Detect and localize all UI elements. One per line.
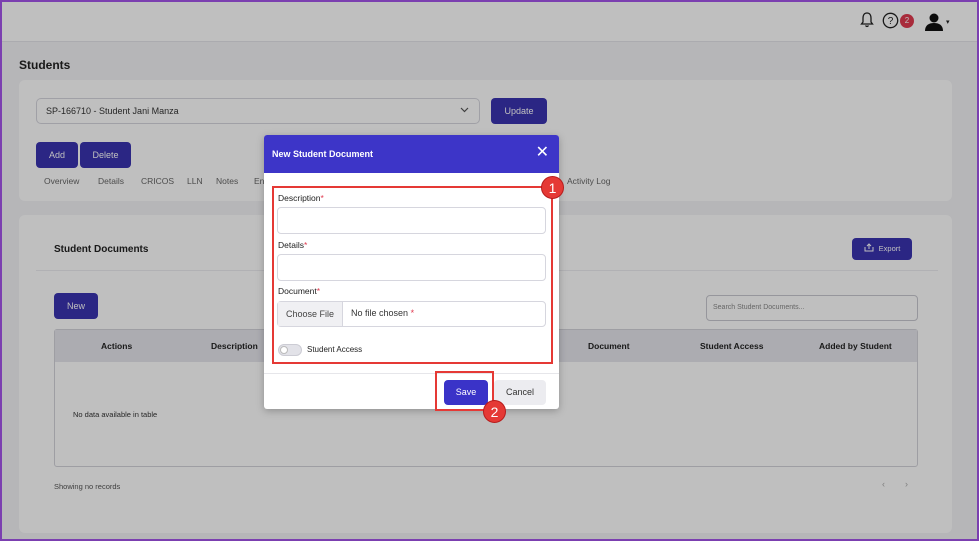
step-2-marker: 2 xyxy=(483,400,506,423)
close-icon[interactable]: ✕ xyxy=(536,144,549,162)
step-1-marker: 1 xyxy=(541,176,564,199)
cancel-button[interactable]: Cancel xyxy=(494,380,546,405)
highlight-form-fields xyxy=(272,186,553,364)
modal-divider xyxy=(264,373,559,374)
modal-title: New Student Document xyxy=(272,149,374,159)
modal-header: New Student Document ✕ xyxy=(264,135,559,173)
